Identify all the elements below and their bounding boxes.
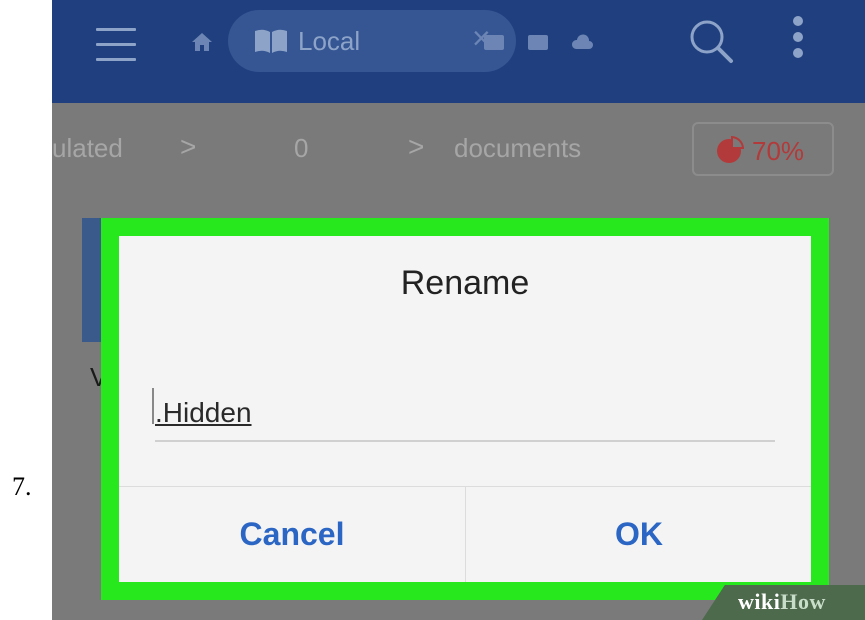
- ok-button[interactable]: OK: [466, 487, 811, 582]
- breadcrumb: ulated > 0 > documents 70%: [52, 103, 865, 198]
- storage-percent: 70%: [752, 136, 805, 166]
- watermark-part2: How: [780, 589, 826, 614]
- window-icon[interactable]: [526, 30, 550, 54]
- app-bar: Local ×: [52, 0, 865, 103]
- dialog-title: Rename: [400, 264, 530, 302]
- breadcrumb-item[interactable]: 0: [294, 133, 308, 164]
- window-icon[interactable]: [482, 30, 506, 54]
- storage-badge[interactable]: 70%: [692, 122, 834, 176]
- breadcrumb-separator: >: [180, 131, 197, 162]
- cancel-button[interactable]: Cancel: [119, 487, 465, 582]
- book-icon: [255, 29, 287, 53]
- text-cursor: [152, 388, 154, 424]
- hamburger-icon[interactable]: [96, 28, 136, 62]
- breadcrumb-separator: >: [408, 131, 425, 162]
- home-icon[interactable]: [190, 30, 214, 54]
- pie-chart-icon: [717, 136, 744, 163]
- cloud-icon[interactable]: [570, 30, 594, 54]
- breadcrumb-item[interactable]: ulated: [52, 133, 123, 164]
- search-icon[interactable]: [688, 18, 734, 64]
- step-number: 7.: [12, 472, 32, 501]
- tab-label: Local: [298, 26, 361, 56]
- tab-local[interactable]: Local ×: [228, 10, 516, 72]
- rename-input[interactable]: [155, 386, 775, 442]
- watermark-text: wikiHow: [738, 589, 826, 615]
- breadcrumb-item[interactable]: documents: [454, 133, 581, 164]
- watermark-part1: wiki: [738, 589, 781, 614]
- more-vert-icon[interactable]: [788, 16, 808, 66]
- phone-screen: Local × ulated > 0 > documents 70% V Ren…: [52, 0, 865, 620]
- watermark: wikiHow: [702, 585, 865, 620]
- rename-dialog: Rename Cancel OK: [119, 236, 811, 582]
